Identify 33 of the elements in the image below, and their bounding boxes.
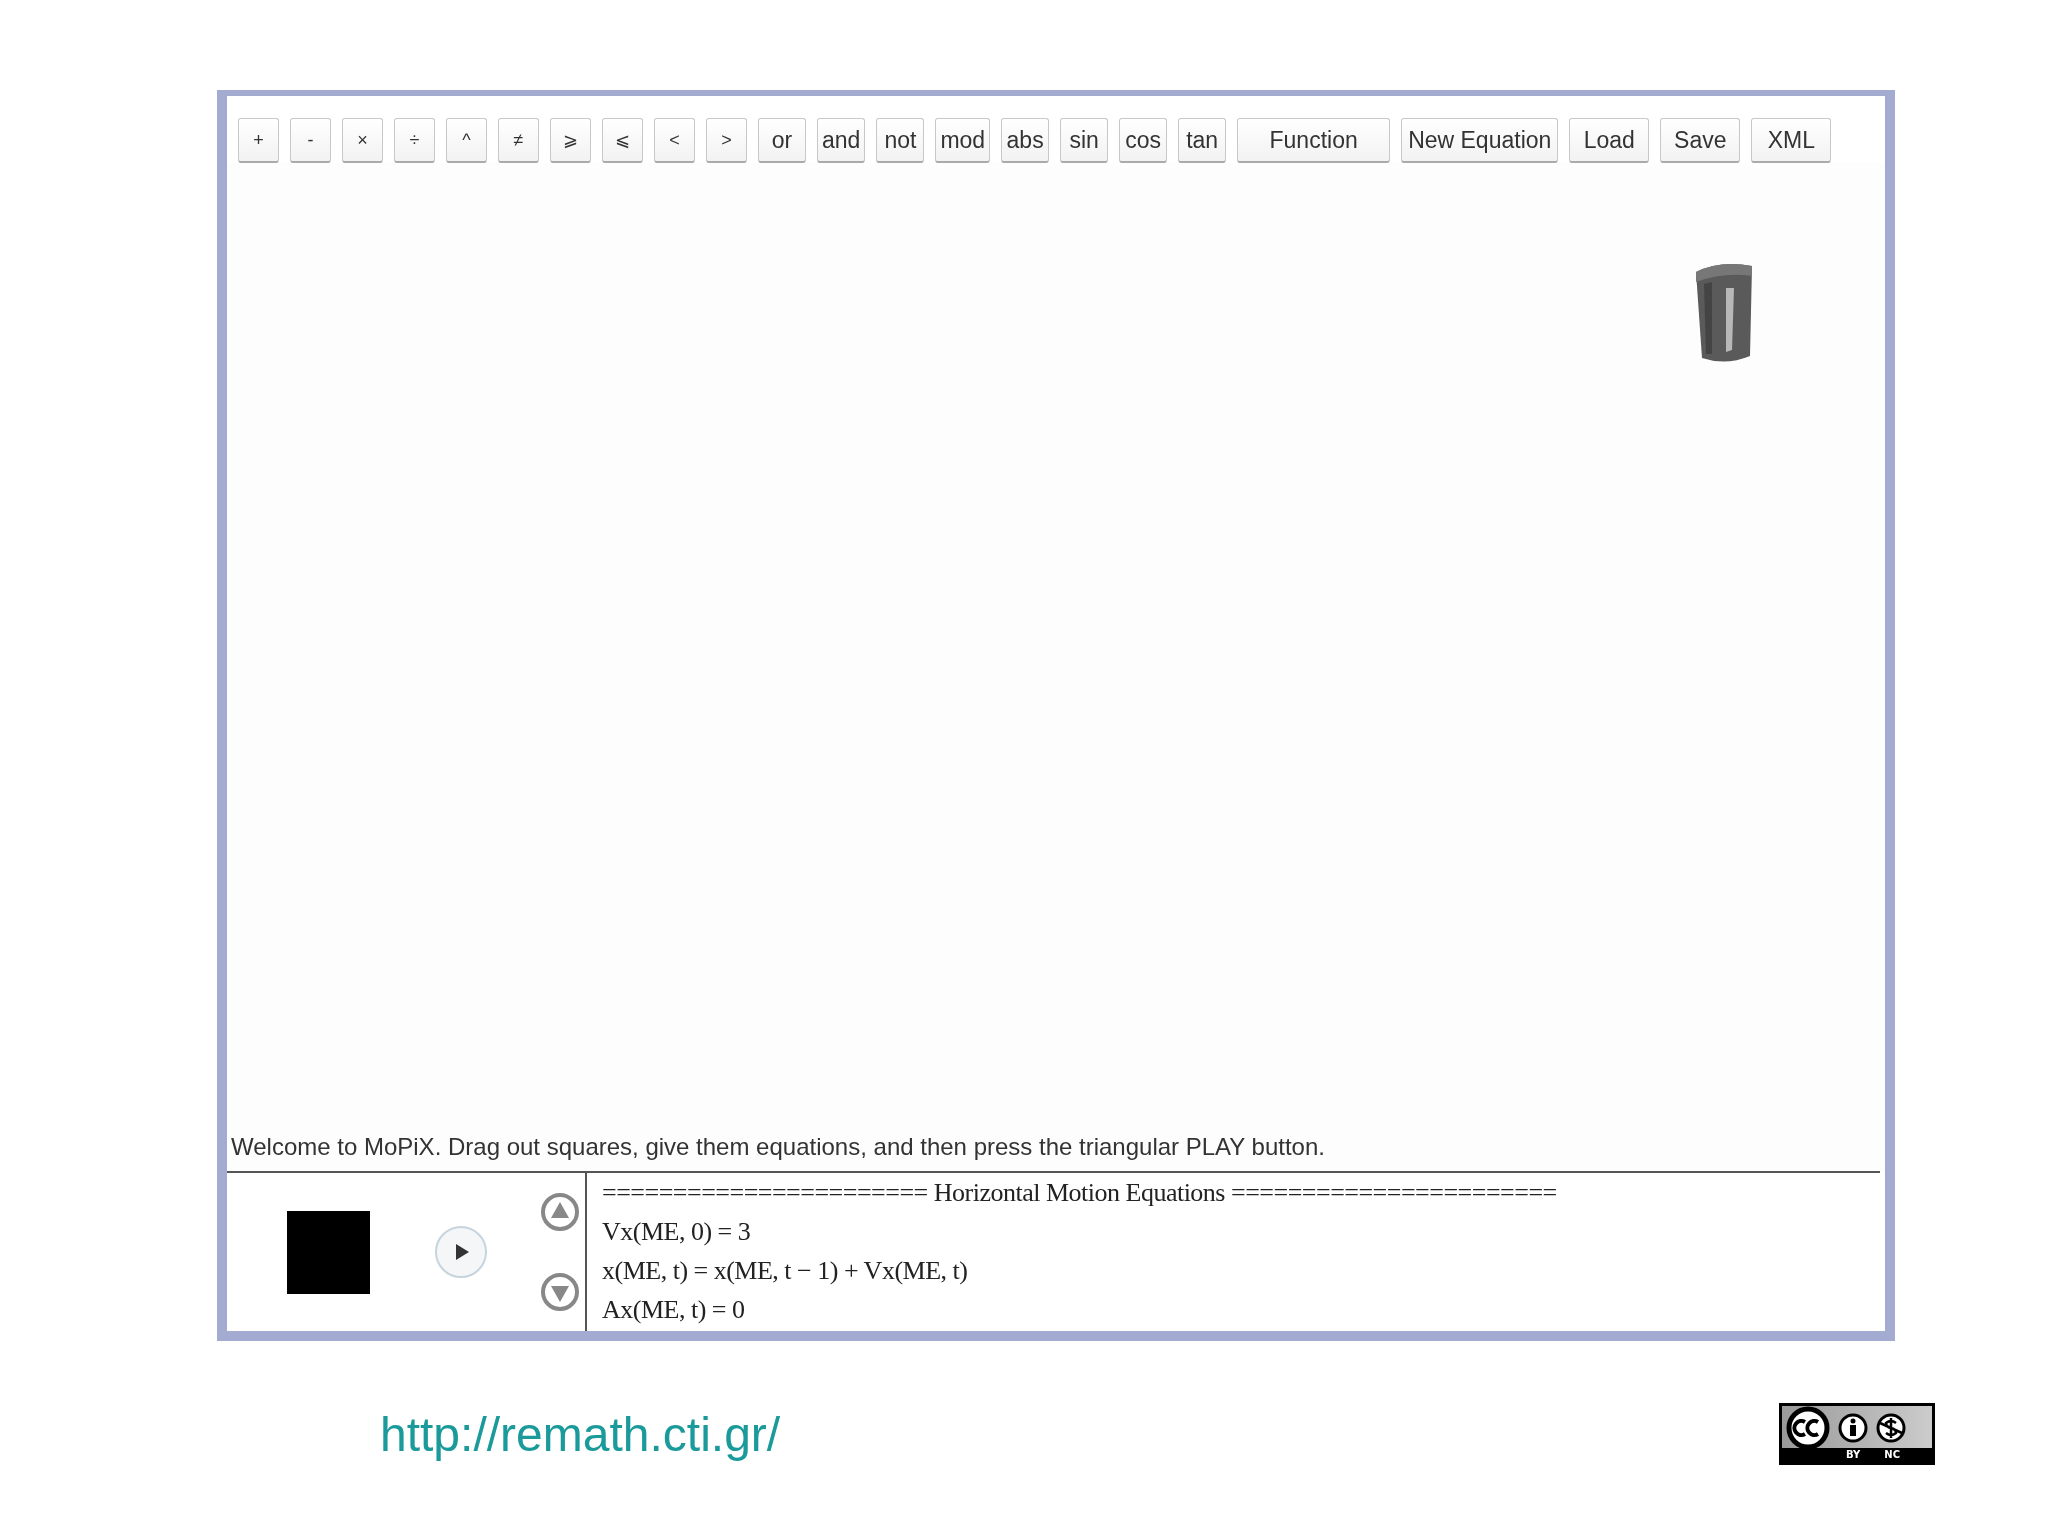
equations-heading: ======================= Horizontal Motion Equations ======================= [602,1177,1557,1209]
keyword-button[interactable]: cos [1119,118,1168,163]
operator-button[interactable]: ^ [446,118,487,163]
toolbar-button[interactable]: New Equation [1401,118,1559,163]
operator-button[interactable]: > [706,118,747,163]
equation-line: Vx(ME, 0) = 3 [602,1216,752,1248]
operator-button[interactable]: ÷ [394,118,435,163]
operator-button[interactable]: + [238,118,279,163]
play-icon[interactable] [434,1225,488,1279]
keyword-button[interactable]: sin [1060,118,1109,163]
license-label: NC [1884,1448,1901,1462]
scroll-up-icon[interactable] [540,1192,580,1232]
operator-button[interactable]: ≠ [498,118,539,163]
keyword-button[interactable]: tan [1178,118,1227,163]
toolbar-button[interactable]: Function [1237,118,1391,163]
license-label: BY [1846,1448,1861,1462]
operator-button[interactable]: ⩽ [602,118,643,163]
equation-line: Ax(ME, t) = 0 [602,1294,746,1326]
keyword-button[interactable]: not [876,118,925,163]
operator-button[interactable]: - [290,118,331,163]
operator-button[interactable]: ⩾ [550,118,591,163]
toolbar-button[interactable]: XML [1751,118,1832,163]
toolbar-button[interactable]: Save [1660,118,1741,163]
scroll-down-icon[interactable] [540,1272,580,1312]
equation-line: x(ME, t) = x(ME, t − 1) + Vx(ME, t) [602,1255,969,1287]
keyword-button[interactable]: and [817,118,866,163]
toolbar-button[interactable]: Load [1569,118,1650,163]
no-dollar-icon [1876,1413,1906,1443]
operator-button[interactable]: × [342,118,383,163]
keyword-button[interactable]: or [758,118,806,163]
operator-button[interactable]: < [654,118,695,163]
keyword-button[interactable]: abs [1001,118,1050,163]
keyword-button[interactable]: mod [935,118,991,163]
